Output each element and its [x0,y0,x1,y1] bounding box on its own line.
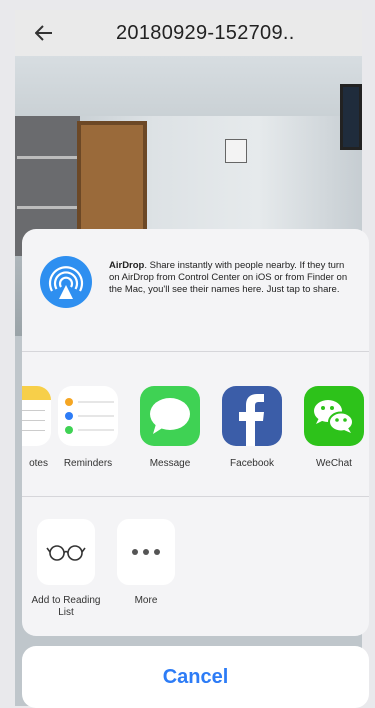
airdrop-title: AirDrop [109,260,145,271]
app-label: Message [149,458,191,469]
birdhouse [225,139,247,163]
action-label: More [134,595,158,606]
back-arrow-icon[interactable] [27,16,61,50]
app-share-row[interactable]: otes Reminders Message Facebook WeChat [22,352,369,497]
app-label: otes [29,458,48,469]
more-button[interactable]: More [106,519,186,607]
shelf-board [17,206,77,209]
cancel-button[interactable]: Cancel [22,646,369,708]
add-to-reading-list-button[interactable]: Add to Reading List [26,519,106,619]
airdrop-section[interactable]: AirDrop. Share instantly with people nea… [22,229,369,352]
app-header: 20180929-152709.. [15,10,362,56]
airdrop-description: AirDrop. Share instantly with people nea… [109,260,354,296]
app-wechat[interactable]: WeChat [299,386,369,469]
app-label: Facebook [230,458,274,469]
share-sheet: AirDrop. Share instantly with people nea… [22,229,369,636]
shelf-board [17,156,77,159]
reading-glasses-icon [37,519,95,585]
app-label: WeChat [316,458,352,469]
app-reminders[interactable]: Reminders [53,386,123,469]
airdrop-icon [39,255,93,309]
video-title: 20180929-152709.. [116,21,295,44]
notes-icon [22,386,51,446]
app-facebook[interactable]: Facebook [217,386,287,469]
reminders-icon [58,386,118,446]
app-notes[interactable]: otes [22,386,56,469]
facebook-icon [222,386,282,446]
action-row: Add to Reading List More [22,497,369,636]
wall-screen [340,84,362,150]
room-ceiling [15,56,362,121]
more-dots-icon [117,519,175,585]
action-label: Add to Reading List [31,595,101,618]
app-message[interactable]: Message [135,386,205,469]
message-icon [140,386,200,446]
app-label: Reminders [63,458,113,469]
airdrop-body: . Share instantly with people nearby. If… [109,260,348,295]
wechat-icon [304,386,364,446]
